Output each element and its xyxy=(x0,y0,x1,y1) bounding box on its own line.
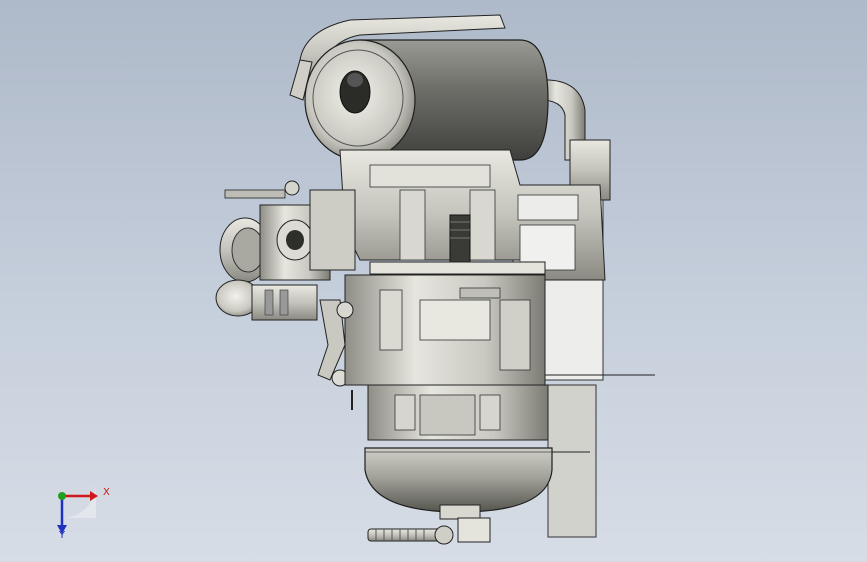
x-axis-label: X xyxy=(103,487,110,498)
y-axis-label: Y xyxy=(59,530,66,541)
triad-plane-icon xyxy=(62,484,96,518)
graphics-viewport[interactable]: X Y xyxy=(0,0,867,562)
engine-model[interactable] xyxy=(0,0,867,562)
origin-icon xyxy=(58,492,66,500)
